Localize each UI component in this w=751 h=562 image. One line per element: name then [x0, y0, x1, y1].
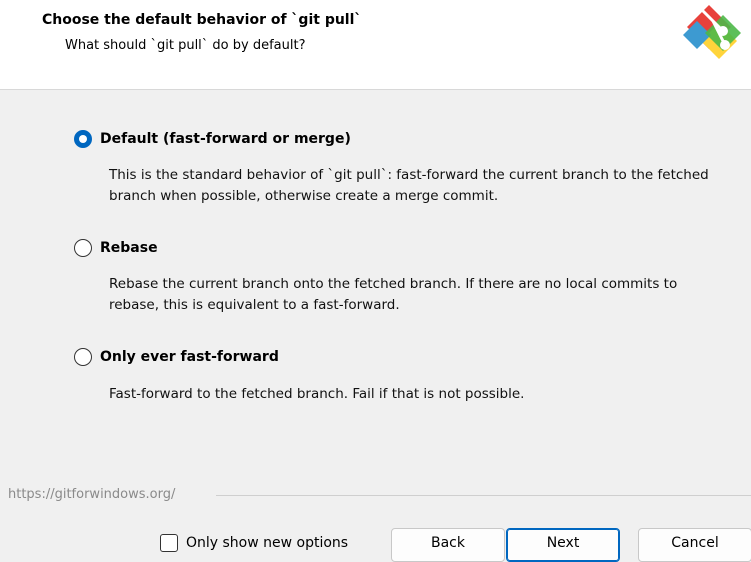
footer-url: https://gitforwindows.org/	[8, 487, 176, 502]
only-show-new-options-label[interactable]: Only show new options	[186, 534, 348, 552]
radio-fast-forward-only[interactable]	[74, 348, 92, 366]
option-default-description: This is the standard behavior of `git pu…	[109, 167, 709, 204]
radio-rebase[interactable]	[74, 239, 92, 257]
option-rebase-description: Rebase the current branch onto the fetch…	[109, 276, 678, 313]
page-title: Choose the default behavior of `git pull…	[42, 12, 362, 28]
page-subtitle: What should `git pull` do by default?	[65, 38, 306, 53]
option-rebase-label[interactable]: Rebase	[100, 239, 158, 257]
back-button[interactable]: Back	[391, 528, 505, 562]
wizard-header: Choose the default behavior of `git pull…	[0, 0, 751, 90]
only-show-new-options-checkbox[interactable]	[160, 534, 178, 552]
cancel-button[interactable]: Cancel	[638, 528, 751, 562]
next-button[interactable]: Next	[506, 528, 620, 562]
radio-default[interactable]	[74, 130, 92, 148]
git-for-windows-logo-icon	[683, 5, 741, 59]
option-default-label[interactable]: Default (fast-forward or merge)	[100, 130, 351, 148]
option-fast-forward-only-label[interactable]: Only ever fast-forward	[100, 348, 279, 366]
option-fast-forward-only-description: Fast-forward to the fetched branch. Fail…	[109, 386, 525, 402]
footer-divider	[216, 495, 751, 496]
